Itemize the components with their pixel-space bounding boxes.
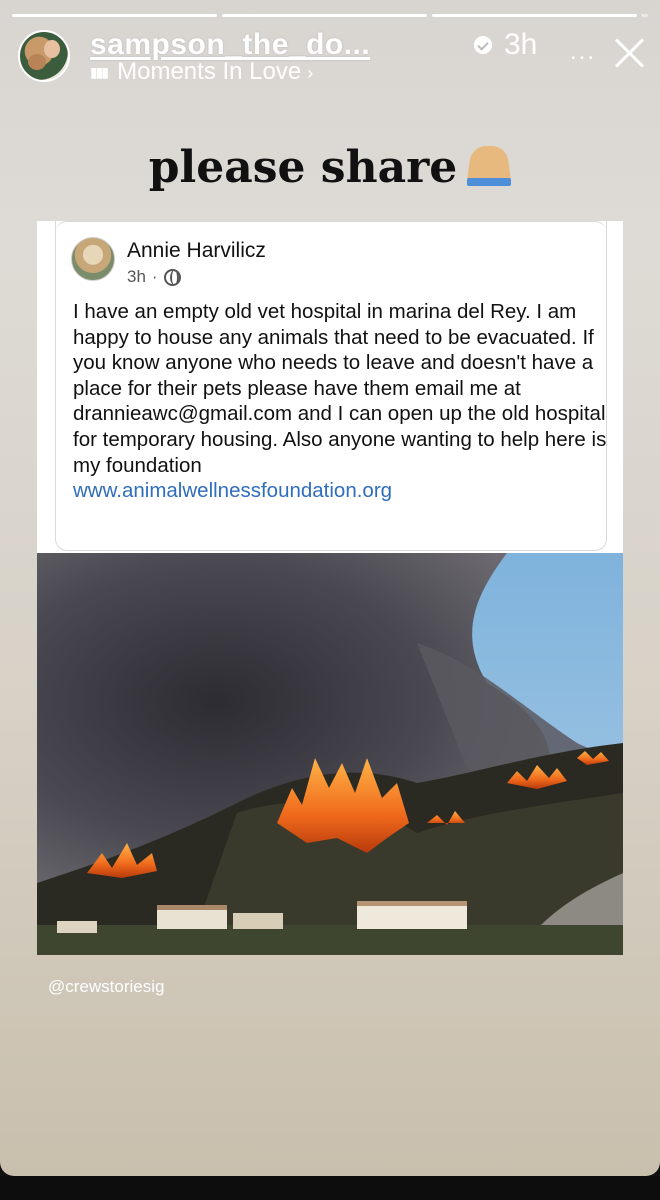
- foreground-trees: [37, 925, 623, 955]
- progress-segment: [432, 14, 637, 17]
- globe-icon: [163, 268, 181, 286]
- house: [57, 921, 97, 933]
- house: [357, 905, 467, 929]
- music-bars-icon: ▮▮▮: [90, 64, 109, 81]
- house: [157, 909, 227, 929]
- post-meta: 3h ·: [127, 267, 181, 287]
- progress-segment: [12, 14, 217, 17]
- music-title: Moments In Love: [117, 58, 302, 85]
- post-author-name: Annie Harvilicz: [127, 239, 266, 262]
- music-label[interactable]: ▮▮▮ Moments In Love ›: [90, 58, 313, 86]
- house: [233, 913, 283, 929]
- close-icon[interactable]: [612, 36, 646, 70]
- post-time: 3h: [127, 267, 146, 286]
- avatar[interactable]: [18, 30, 70, 82]
- progress-fill: [222, 14, 427, 17]
- post-body-text: I have an empty old vet hospital in mari…: [73, 300, 607, 477]
- source-handle[interactable]: @crewstoriesig: [48, 977, 164, 997]
- post-author-avatar: [71, 237, 115, 281]
- caption-text: please share: [148, 142, 458, 193]
- progress-fill: [12, 14, 217, 17]
- progress-segment: [642, 14, 648, 17]
- progress-fill: [432, 14, 637, 17]
- story-header: sampson_the_do... 3h ... ▮▮▮ Moments In L…: [18, 28, 646, 88]
- post-link: www.animalwellnessfoundation.org: [73, 479, 393, 503]
- story-view[interactable]: sampson_the_do... 3h ... ▮▮▮ Moments In L…: [0, 0, 660, 1176]
- roof: [157, 905, 227, 910]
- avatar-dog: [28, 54, 46, 70]
- username[interactable]: sampson_the_do...: [90, 28, 370, 62]
- story-caption: please share: [0, 142, 660, 193]
- roof: [357, 901, 467, 906]
- meta-separator: ·: [151, 267, 158, 286]
- story-progress: [12, 14, 648, 18]
- progress-segment: [222, 14, 427, 17]
- more-options-button[interactable]: ...: [570, 38, 596, 66]
- post-body: I have an empty old vet hospital in mari…: [73, 299, 608, 504]
- folded-hands-icon: [466, 144, 513, 186]
- timestamp: 3h: [504, 28, 538, 61]
- avatar-face: [44, 40, 60, 58]
- verified-icon: [474, 36, 492, 54]
- shared-post-screenshot: Annie Harvilicz 3h · I have an empty old…: [37, 221, 623, 955]
- wildfire-photo: [37, 553, 623, 955]
- music-chevron-icon: ›: [307, 63, 314, 83]
- bottom-bar: [0, 1176, 660, 1200]
